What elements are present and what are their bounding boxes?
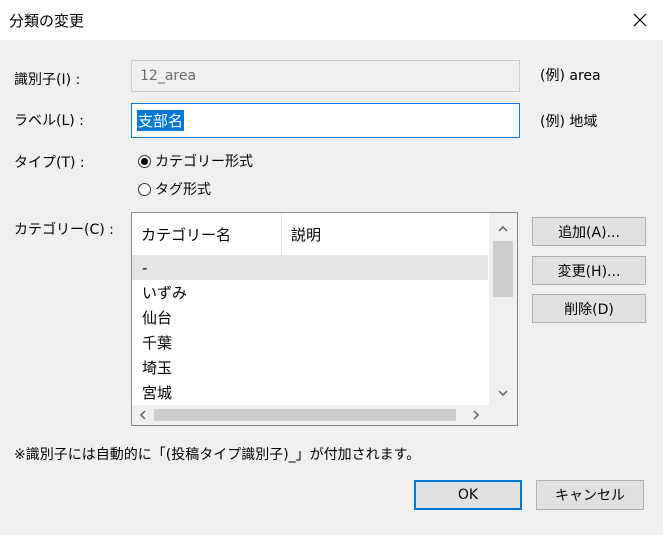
- scroll-up-icon[interactable]: [495, 221, 511, 237]
- type-radio-tag[interactable]: タグ形式: [138, 179, 211, 199]
- list-rows: - いずみ 仙台 千葉 埼玉 宮城: [132, 255, 488, 405]
- list-item[interactable]: 埼玉: [132, 355, 488, 380]
- horizontal-scroll-thumb[interactable]: [154, 409, 456, 421]
- scroll-down-icon[interactable]: [495, 385, 511, 401]
- scrollbar-corner: [489, 405, 517, 425]
- column-header-name[interactable]: カテゴリー名: [132, 213, 282, 255]
- vertical-scrollbar[interactable]: [489, 213, 517, 407]
- identifier-field: 12_area: [131, 60, 520, 92]
- type-option-label: タグ形式: [155, 182, 211, 198]
- vertical-scroll-thumb[interactable]: [493, 241, 513, 297]
- scroll-right-icon[interactable]: [468, 407, 484, 423]
- scroll-left-icon[interactable]: [135, 407, 151, 423]
- label-example: (例) 地域: [540, 114, 598, 130]
- column-header-description[interactable]: 説明: [282, 213, 482, 255]
- ok-button[interactable]: OK: [414, 480, 522, 510]
- dialog-title: 分類の変更: [9, 12, 85, 30]
- close-icon: [633, 13, 647, 27]
- list-item[interactable]: いずみ: [132, 280, 488, 305]
- list-item[interactable]: 宮城: [132, 380, 488, 405]
- list-item[interactable]: 仙台: [132, 305, 488, 330]
- categories-list[interactable]: カテゴリー名 説明 - いずみ 仙台 千葉 埼玉 宮城: [131, 212, 518, 426]
- horizontal-scrollbar[interactable]: [132, 405, 489, 425]
- type-radio-category[interactable]: カテゴリー形式: [138, 151, 253, 171]
- cancel-button[interactable]: キャンセル: [536, 480, 644, 510]
- categories-label: カテゴリー(C) :: [14, 222, 114, 238]
- type-option-label: カテゴリー形式: [155, 154, 253, 170]
- identifier-value: 12_area: [140, 68, 197, 84]
- label-input[interactable]: 支部名: [131, 103, 520, 138]
- add-button[interactable]: 追加(A)...: [532, 217, 646, 246]
- radio-unchecked-icon: [138, 182, 151, 196]
- type-label: タイプ(T) :: [14, 155, 85, 171]
- title-bar: 分類の変更: [0, 0, 663, 40]
- identifier-label: 識別子(I) :: [14, 72, 81, 88]
- list-item[interactable]: 千葉: [132, 330, 488, 355]
- edit-button[interactable]: 変更(H)...: [532, 256, 646, 285]
- identifier-example: (例) area: [540, 68, 601, 84]
- list-header: カテゴリー名 説明: [132, 213, 488, 255]
- identifier-note: ※識別子には自動的に「(投稿タイプ識別子)_」が付加されます。: [14, 447, 421, 463]
- list-item[interactable]: -: [132, 255, 488, 280]
- label-input-value: 支部名: [137, 110, 185, 131]
- radio-checked-icon: [138, 154, 151, 168]
- delete-button[interactable]: 削除(D): [532, 294, 646, 323]
- close-button[interactable]: [617, 0, 663, 40]
- label-field-label: ラベル(L) :: [14, 113, 84, 129]
